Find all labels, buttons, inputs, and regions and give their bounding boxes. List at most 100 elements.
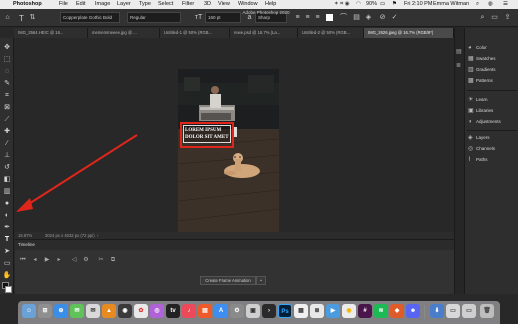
siri-icon[interactable]: ◍ <box>488 0 493 9</box>
chrome-icon[interactable]: ◉ <box>342 304 356 318</box>
healing-tool-icon[interactable]: ✚ <box>1 127 13 137</box>
menu-select[interactable]: Select <box>158 0 173 9</box>
background-color-swatch[interactable] <box>5 286 12 293</box>
crop-tool-icon[interactable]: ⌗ <box>1 91 13 101</box>
audio-icon[interactable]: ◁ <box>70 256 78 264</box>
transition-icon[interactable]: ⧉ <box>109 256 117 264</box>
chevron-right-icon[interactable]: › <box>97 232 98 239</box>
quick-select-tool-icon[interactable]: ✎ <box>1 79 13 89</box>
tab-document[interactable]: IMG_3564.HEIC @ 16... <box>14 28 88 38</box>
menu-3d[interactable]: 3D <box>204 0 211 9</box>
terminal-icon[interactable]: › <box>262 304 276 318</box>
slack-icon[interactable]: # <box>358 304 372 318</box>
first-frame-icon[interactable]: ⏮ <box>19 256 27 264</box>
photo-booth-icon[interactable]: ◉ <box>118 304 132 318</box>
search-icon[interactable]: ⌕ <box>476 0 479 9</box>
settings-icon[interactable]: ⚙ <box>82 256 90 264</box>
chevron-down-icon[interactable]: ⌄ <box>256 276 266 285</box>
next-frame-icon[interactable]: ▸ <box>55 256 63 264</box>
font-style-select[interactable]: Regular <box>127 12 181 23</box>
panel-item-libraries[interactable]: ▣ Libraries <box>468 106 493 115</box>
tab-document[interactable]: Untitled-1 @ 50% (RGB... <box>160 28 230 38</box>
finder-icon[interactable]: ☺ <box>22 304 36 318</box>
font-family-select[interactable]: Copperplate Gothic Bold <box>60 12 120 23</box>
align-right-icon[interactable]: ≡ <box>313 13 322 22</box>
character-panel-icon[interactable]: ▤ <box>352 13 361 22</box>
home-icon[interactable]: ⌂ <box>3 13 12 22</box>
gradient-tool-icon[interactable]: ▥ <box>1 187 13 197</box>
properties-panel-icon[interactable]: ≣ <box>456 62 461 69</box>
photos-icon[interactable]: ✿ <box>134 304 148 318</box>
3d-icon[interactable]: ◈ <box>364 13 373 22</box>
move-tool-icon[interactable]: ✥ <box>1 43 13 53</box>
document-icon[interactable]: ▭ <box>462 304 476 318</box>
marquee-tool-icon[interactable]: ⬚ <box>1 55 13 65</box>
photoshop-icon[interactable]: Ps <box>278 304 292 318</box>
rectangle-tool-icon[interactable]: ▭ <box>1 259 13 269</box>
eraser-tool-icon[interactable]: ◧ <box>1 175 13 185</box>
menubar-user[interactable]: Emma Witman <box>433 0 469 9</box>
panel-item-channels[interactable]: ◎ Channels <box>468 144 495 153</box>
tab-document[interactable]: mememmeeee.jpg @ ... <box>88 28 160 38</box>
blur-tool-icon[interactable]: ● <box>1 199 13 209</box>
play-icon[interactable]: ▶ <box>43 256 51 264</box>
document-photo[interactable] <box>178 69 279 232</box>
orientation-icon[interactable]: ⇅ <box>28 13 37 22</box>
menu-type[interactable]: Type <box>139 0 151 9</box>
panel-item-layers[interactable]: ◈ Layers <box>468 133 490 142</box>
calendar-icon[interactable]: ▦ <box>294 304 308 318</box>
type-tool-icon[interactable]: T <box>17 14 26 23</box>
notes-icon[interactable]: ≣ <box>310 304 324 318</box>
hand-tool-icon[interactable]: ✋ <box>1 271 13 281</box>
zoom-icon[interactable]: ▶ <box>326 304 340 318</box>
menu-image[interactable]: Image <box>95 0 110 9</box>
panel-item-gradients[interactable]: ▥ Gradients <box>468 65 496 74</box>
split-icon[interactable]: ✂ <box>97 256 105 264</box>
spotify-icon[interactable]: ≋ <box>374 304 388 318</box>
menu-window[interactable]: Window <box>238 0 258 9</box>
menu-edit[interactable]: Edit <box>76 0 85 9</box>
history-brush-icon[interactable]: ↺ <box>1 163 13 173</box>
tab-document[interactable]: rewe.psd @ 16.7% (La... <box>230 28 298 38</box>
system-preferences-icon[interactable]: ⚙ <box>230 304 244 318</box>
share-icon[interactable]: ⇪ <box>503 13 512 22</box>
tab-document[interactable]: Untitled-2 @ 50% (RGB... <box>298 28 364 38</box>
tab-document-active[interactable]: IMG_2626.jpeg @ 16.7% (RGB/8*) <box>364 28 454 38</box>
podcasts-icon[interactable]: ◎ <box>150 304 164 318</box>
dodge-tool-icon[interactable]: ◐ <box>1 211 13 221</box>
history-panel-icon[interactable]: ▤ <box>456 48 462 55</box>
menu-help[interactable]: Help <box>265 0 276 9</box>
books-icon[interactable]: ▤ <box>198 304 212 318</box>
document-icon[interactable]: ▭ <box>446 304 460 318</box>
text-layer-box[interactable]: LOREM IPSUM DOLOR SIT AMET <box>183 125 231 143</box>
music-icon[interactable]: ♪ <box>182 304 196 318</box>
panel-item-paths[interactable]: ⌇ Paths <box>468 155 488 164</box>
flag-icon[interactable]: ⚑ <box>392 0 397 9</box>
safari-icon[interactable]: ⊕ <box>54 304 68 318</box>
trash-icon[interactable]: 🗑 <box>480 304 494 318</box>
notification-icon[interactable]: ☰ <box>503 0 508 9</box>
menu-file[interactable]: File <box>59 0 68 9</box>
panel-item-learn[interactable]: ☀ Learn <box>468 95 488 104</box>
eyedropper-tool-icon[interactable]: ⟋ <box>1 115 13 125</box>
menu-layer[interactable]: Layer <box>117 0 131 9</box>
cancel-icon[interactable]: ⊘ <box>378 13 387 22</box>
downloads-folder-icon[interactable]: ⬇ <box>430 304 444 318</box>
battery-icon[interactable]: ▭ <box>380 0 385 9</box>
launchpad-icon[interactable]: ⊞ <box>38 304 52 318</box>
path-select-tool-icon[interactable]: ➤ <box>1 247 13 257</box>
wifi-icon[interactable]: ◠ <box>356 0 361 9</box>
create-frame-animation-button[interactable]: Create Frame Animation <box>200 276 256 285</box>
brush-tool-icon[interactable]: ∕ <box>1 139 13 149</box>
frame-tool-icon[interactable]: ⊠ <box>1 103 13 113</box>
menu-filter[interactable]: Filter <box>182 0 194 9</box>
preview-icon[interactable]: ▣ <box>246 304 260 318</box>
panel-item-swatches[interactable]: ▦ Swatches <box>468 54 496 63</box>
workspace-icon[interactable]: ▭ <box>490 13 499 22</box>
commit-icon[interactable]: ✓ <box>390 13 399 22</box>
discord-icon[interactable]: ☻ <box>406 304 420 318</box>
app-store-icon[interactable]: A <box>214 304 228 318</box>
type-tool-icon[interactable]: T <box>1 235 13 245</box>
apple-tv-icon[interactable]: tv <box>166 304 180 318</box>
zoom-level[interactable]: 16.67% <box>18 232 32 239</box>
